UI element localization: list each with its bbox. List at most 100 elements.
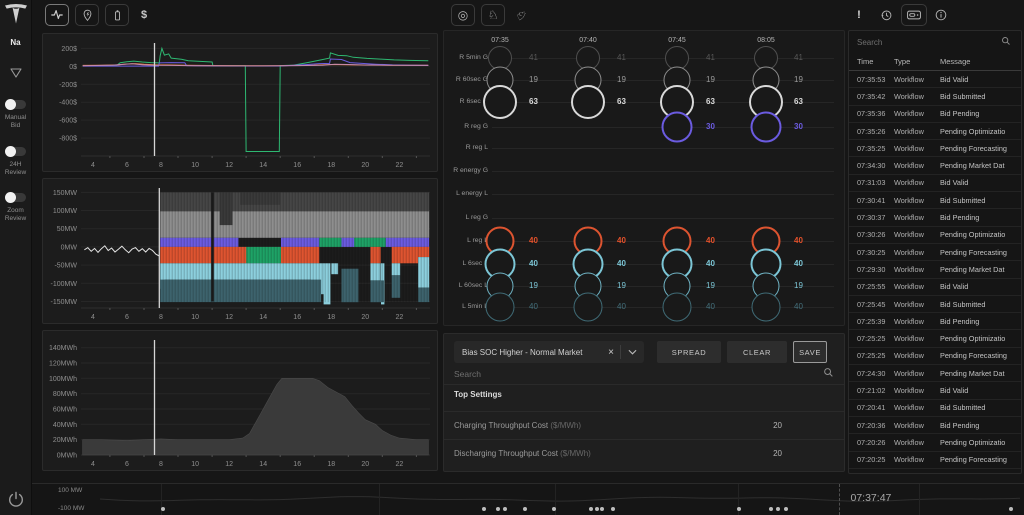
power-icon[interactable] xyxy=(6,490,26,510)
bid-row-label-r-60sec-g: R 60sec G xyxy=(444,76,488,83)
log-type: Workflow xyxy=(894,386,940,395)
log-row[interactable]: 07:30:37WorkflowBid Pending xyxy=(849,209,1021,226)
log-header: TimeTypeMessage xyxy=(849,53,1021,71)
zoom-review-switch[interactable] xyxy=(6,193,26,202)
log-row[interactable]: 07:25:45WorkflowBid Submitted xyxy=(849,296,1021,313)
setting-value[interactable]: 20 xyxy=(773,449,844,458)
bid-row-label-r-6sec-g: R 6sec G xyxy=(444,98,488,105)
log-message: Bid Pending xyxy=(940,421,1021,430)
timeline-event-dot[interactable] xyxy=(776,507,780,511)
log-row[interactable]: 07:30:26WorkflowPending Optimizatio xyxy=(849,227,1021,244)
log-row[interactable]: 07:30:25WorkflowPending Forecasting xyxy=(849,244,1021,261)
history-icon[interactable] xyxy=(877,4,895,26)
setting-row-discharging-throughput-cost-[interactable]: Discharging Throughput Cost ($/MWh)20 xyxy=(444,439,844,467)
svg-text:-600$: -600$ xyxy=(59,118,77,125)
log-row[interactable]: 07:31:03WorkflowBid Valid xyxy=(849,175,1021,192)
bid-circle[interactable] xyxy=(752,293,781,322)
log-row[interactable]: 07:29:30WorkflowPending Market Dat xyxy=(849,261,1021,278)
log-row[interactable]: 07:30:41WorkflowBid Submitted xyxy=(849,192,1021,209)
svg-text:22: 22 xyxy=(396,314,404,321)
svg-text:14: 14 xyxy=(259,461,267,468)
timeline-event-dot[interactable] xyxy=(503,507,507,511)
filter-icon[interactable] xyxy=(9,66,23,78)
bid-circle[interactable] xyxy=(483,85,517,119)
alert-icon[interactable]: ! xyxy=(852,4,866,26)
log-row[interactable]: 07:25:25WorkflowPending Forecasting xyxy=(849,348,1021,365)
target-button[interactable]: ◎ xyxy=(451,4,475,26)
spread-button[interactable]: SPREAD xyxy=(657,341,721,363)
knight-button[interactable]: ♘ xyxy=(481,4,505,26)
log-message: Pending Optimizatio xyxy=(940,127,1021,136)
timeline-event-dot[interactable] xyxy=(600,507,604,511)
log-row[interactable]: 07:25:39WorkflowBid Pending xyxy=(849,313,1021,330)
log-message: Pending Market Dat xyxy=(940,369,1021,378)
clear-button[interactable]: CLEAR xyxy=(727,341,787,363)
timeline-event-dot[interactable] xyxy=(482,507,486,511)
battery-button[interactable] xyxy=(105,4,129,26)
log-row[interactable]: 07:25:55WorkflowBid Valid xyxy=(849,279,1021,296)
bid-circle[interactable] xyxy=(571,85,605,119)
timeline-event-dot[interactable] xyxy=(769,507,773,511)
bid-row-label-r-energy-g: R energy G xyxy=(444,167,488,174)
timeline-scrubber[interactable]: 07:37:47 xyxy=(100,484,1022,515)
bid-circle[interactable] xyxy=(662,112,693,143)
svg-text:0MWh: 0MWh xyxy=(57,453,77,460)
timeline-event-dot[interactable] xyxy=(595,507,599,511)
card-button[interactable] xyxy=(901,4,927,26)
24h-review-switch[interactable] xyxy=(6,147,26,156)
tipped-knight-icon[interactable]: ♘ xyxy=(511,4,529,26)
sidebar: Na Manual Bid24H ReviewZoom Review xyxy=(0,0,32,515)
timeline-event-dot[interactable] xyxy=(611,507,615,511)
bid-circle[interactable] xyxy=(751,112,782,143)
setting-row-charging-throughput-cost-[interactable]: Charging Throughput Cost ($/MWh)20 xyxy=(444,411,844,439)
flash-pin-button[interactable] xyxy=(75,4,99,26)
log-row[interactable]: 07:20:26WorkflowPending Optimizatio xyxy=(849,434,1021,451)
timeline-event-dot[interactable] xyxy=(161,507,165,511)
timeline-event-dot[interactable] xyxy=(552,507,556,511)
bid-circle[interactable] xyxy=(574,293,603,322)
log-row[interactable]: 07:20:25WorkflowPending Forecasting xyxy=(849,452,1021,469)
log-row[interactable]: 07:34:30WorkflowPending Market Dat xyxy=(849,157,1021,174)
chevron-down-icon[interactable] xyxy=(621,349,644,355)
tesla-logo-icon[interactable] xyxy=(4,3,28,27)
timeline-event-dot[interactable] xyxy=(784,507,788,511)
setting-label: Charging Throughput Cost ($/MWh) xyxy=(444,421,773,430)
timeline-event-dot[interactable] xyxy=(589,507,593,511)
log-row[interactable]: 07:35:36WorkflowBid Pending xyxy=(849,106,1021,123)
price-curves-button[interactable] xyxy=(45,4,69,26)
bid-circle[interactable] xyxy=(663,293,692,322)
clear-preset-icon[interactable]: × xyxy=(602,347,620,358)
bid-value: 40 xyxy=(794,236,803,245)
manual-bid-switch[interactable] xyxy=(6,100,26,109)
log-row[interactable]: 07:35:25WorkflowPending Forecasting xyxy=(849,140,1021,157)
log-row[interactable]: 07:25:25WorkflowPending Optimizatio xyxy=(849,330,1021,347)
search-icon xyxy=(1001,33,1011,51)
timeline-event-dot[interactable] xyxy=(1009,507,1013,511)
svg-text:20MWh: 20MWh xyxy=(53,437,77,444)
timeline-event-dot[interactable] xyxy=(737,507,741,511)
timeline-event-dot[interactable] xyxy=(523,507,527,511)
bid-circle[interactable] xyxy=(486,293,515,322)
info-icon[interactable] xyxy=(932,4,950,26)
timeline-event-dot[interactable] xyxy=(496,507,500,511)
svg-text:20: 20 xyxy=(361,162,369,169)
settings-panel: Bias SOC Higher - Normal Market × SPREAD… xyxy=(443,333,845,472)
settings-search-input[interactable] xyxy=(444,369,823,379)
log-row[interactable]: 07:21:02WorkflowBid Valid xyxy=(849,382,1021,399)
log-row[interactable]: 07:35:42WorkflowBid Submitted xyxy=(849,88,1021,105)
dollar-icon[interactable]: $ xyxy=(136,4,152,26)
svg-text:22: 22 xyxy=(396,162,404,169)
log-row[interactable]: 07:20:36WorkflowBid Pending xyxy=(849,417,1021,434)
bid-row-label-r-5min-g: R 5min G xyxy=(444,54,488,61)
bid-value: 19 xyxy=(617,281,626,290)
log-search-input[interactable] xyxy=(849,38,1001,47)
log-row[interactable]: 07:24:30WorkflowPending Market Dat xyxy=(849,365,1021,382)
svg-text:18: 18 xyxy=(327,314,335,321)
save-button[interactable]: SAVE xyxy=(793,341,827,363)
log-row[interactable]: 07:20:41WorkflowBid Submitted xyxy=(849,400,1021,417)
log-row[interactable]: 07:35:26WorkflowPending Optimizatio xyxy=(849,123,1021,140)
bid-value: 63 xyxy=(794,97,803,106)
preset-select[interactable]: Bias SOC Higher - Normal Market × xyxy=(454,341,644,363)
setting-value[interactable]: 20 xyxy=(773,421,844,430)
log-row[interactable]: 07:35:53WorkflowBid Valid xyxy=(849,71,1021,88)
